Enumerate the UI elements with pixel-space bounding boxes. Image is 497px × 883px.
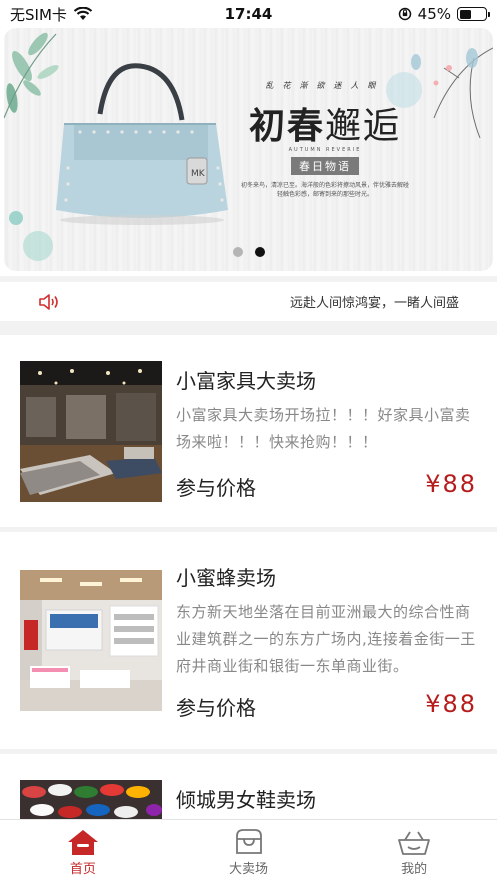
banner-title-light: 邂逅 bbox=[325, 106, 402, 147]
store-image bbox=[20, 361, 162, 502]
store-title: 小蜜蜂卖场 bbox=[176, 566, 276, 590]
tab-mine[interactable]: 我的 bbox=[331, 820, 497, 883]
banner-section: MK 乱花渐欲迷人眼 初春邂逅 AUTUMN REVERIE 春日物语 初冬来鸟… bbox=[0, 28, 497, 276]
store-icon bbox=[235, 829, 262, 854]
store-card[interactable]: 倾城男女鞋卖场 bbox=[0, 754, 497, 824]
store-title: 小富家具大卖场 bbox=[176, 369, 316, 393]
price-value: ¥88 bbox=[425, 690, 477, 718]
store-card[interactable]: 小蜜蜂卖场 东方新天地坐落在目前亚洲最大的综合性商业建筑群之一的东方广场内,连接… bbox=[0, 532, 497, 749]
banner-top-line: 乱花渐欲迷人眼 bbox=[265, 81, 385, 90]
banner-description: 初冬来鸟，清凉已至。海洋般的色彩将撩动风景，伴优雅去解碰轻触色彩感，邮寄到来的那… bbox=[240, 182, 409, 198]
bottom-tab-bar: 首页 大卖场 我的 bbox=[0, 819, 497, 883]
svg-text:MK: MK bbox=[191, 169, 206, 179]
store-title: 倾城男女鞋卖场 bbox=[176, 788, 316, 812]
home-icon bbox=[67, 830, 98, 855]
store-description: 小富家具大卖场开场拉！！！好家具小富卖场来啦！！！快来抢购！！！ bbox=[176, 406, 471, 451]
carousel-dot-active[interactable] bbox=[254, 247, 265, 257]
tab-home-label: 首页 bbox=[69, 862, 96, 877]
store-image bbox=[20, 570, 162, 711]
notice-bar[interactable]: 远赴人间惊鸿宴，一睹人间盛 bbox=[0, 282, 497, 321]
speaker-icon bbox=[39, 293, 58, 310]
status-bar: 无SIM卡 17:44 45% bbox=[0, 0, 497, 28]
branch-decoration-icon bbox=[433, 47, 493, 139]
banner-carousel[interactable]: MK 乱花渐欲迷人眼 初春邂逅 AUTUMN REVERIE 春日物语 初冬来鸟… bbox=[4, 28, 493, 271]
battery-icon bbox=[457, 7, 490, 21]
price-label: 参与价格 bbox=[176, 696, 256, 720]
handbag-image: MK bbox=[56, 63, 228, 225]
store-image bbox=[20, 780, 162, 824]
orientation-lock-icon bbox=[398, 7, 411, 21]
leaf-decoration-icon bbox=[4, 32, 59, 119]
status-left: 无SIM卡 bbox=[10, 4, 93, 25]
banner-title-bold: 初春 bbox=[248, 105, 325, 147]
shoe-store-photo bbox=[20, 780, 162, 824]
banner-title: 初春邂逅 bbox=[240, 97, 410, 149]
banner-text-block: 乱花渐欲迷人眼 初春邂逅 AUTUMN REVERIE 春日物语 初冬来鸟，清凉… bbox=[240, 80, 410, 199]
status-right: 45% bbox=[398, 5, 490, 23]
tab-store[interactable]: 大卖场 bbox=[166, 820, 332, 883]
battery-percent: 45% bbox=[417, 5, 451, 23]
price-value: ¥88 bbox=[425, 470, 477, 498]
store-description: 东方新天地坐落在目前亚洲最大的综合性商业建筑群之一的东方广场内,连接着金街一王府… bbox=[176, 603, 476, 675]
battery-level bbox=[459, 9, 471, 19]
tab-home[interactable]: 首页 bbox=[0, 820, 166, 883]
mall-store-photo bbox=[20, 570, 162, 711]
banner-tag: 春日物语 bbox=[291, 157, 359, 175]
price-label: 参与价格 bbox=[176, 476, 256, 500]
tab-store-label: 大卖场 bbox=[229, 862, 269, 877]
furniture-store-photo bbox=[20, 361, 162, 502]
basket-icon bbox=[398, 831, 431, 855]
carousel-dot[interactable] bbox=[232, 247, 243, 257]
tab-mine-label: 我的 bbox=[401, 862, 428, 877]
wifi-icon bbox=[73, 7, 93, 20]
carousel-indicator bbox=[4, 247, 493, 257]
store-card[interactable]: 小富家具大卖场 小富家具大卖场开场拉！！！好家具小富卖场来啦！！！快来抢购！！！… bbox=[0, 335, 497, 527]
carrier-label: 无SIM卡 bbox=[10, 5, 67, 24]
notice-marquee-text: 远赴人间惊鸿宴，一睹人间盛 bbox=[290, 296, 460, 311]
